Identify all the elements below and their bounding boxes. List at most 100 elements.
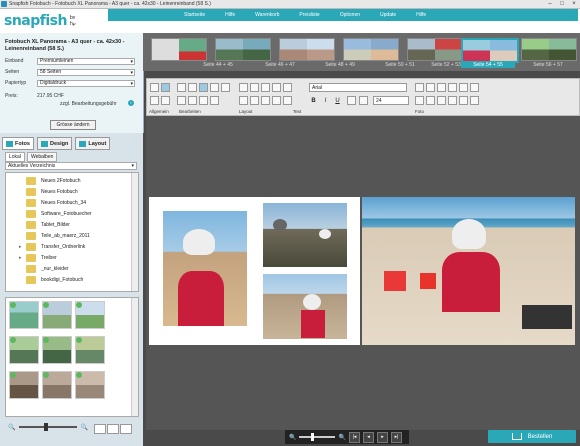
page-thumbnail[interactable] (343, 38, 399, 61)
subtab-lokal[interactable]: Lokal (5, 152, 25, 162)
folder-item[interactable]: Software_Fotobuecher (6, 208, 131, 219)
font-select[interactable]: Arial (309, 83, 407, 92)
photo-button-5[interactable] (437, 83, 446, 92)
close-button[interactable]: × (568, 0, 580, 8)
page-thumbnail[interactable] (151, 38, 207, 61)
photo-children-rocks[interactable] (263, 203, 347, 267)
directory-select[interactable]: Aktuelles Verzeichnis ▾ (5, 162, 137, 170)
order-button[interactable]: Bestellen (488, 430, 576, 443)
nav-startseite[interactable]: Startseite (184, 12, 205, 18)
photo-thumbnail[interactable] (75, 336, 105, 364)
next-page-icon[interactable]: ▸ (376, 431, 388, 443)
view-large-button[interactable] (120, 424, 132, 434)
layout-button-4[interactable] (272, 83, 281, 92)
photo-button-6[interactable] (448, 83, 457, 92)
expand-icon[interactable]: ▸ (19, 255, 22, 261)
zoom-out-icon[interactable]: 🔍 (8, 424, 15, 431)
frame-button[interactable] (210, 96, 219, 105)
page-thumbnail-selected[interactable] (461, 38, 519, 63)
group-button[interactable] (283, 96, 292, 105)
rotate-button[interactable] (210, 83, 219, 92)
photo-child-beach[interactable] (263, 274, 347, 339)
save-button[interactable] (150, 96, 159, 105)
right-page[interactable] (362, 197, 575, 345)
photo-button-11[interactable] (459, 96, 468, 105)
page-thumbnail[interactable] (215, 38, 271, 61)
zoom-track[interactable] (299, 433, 336, 441)
photo-thumbnail[interactable] (9, 336, 39, 364)
tab-fotos[interactable]: Fotos (2, 137, 34, 150)
photo-button-10[interactable] (448, 96, 457, 105)
last-page-icon[interactable]: ▸| (390, 431, 402, 443)
folder-item[interactable]: Teile_ab_maerz_2011 (6, 230, 131, 241)
photo-button-2[interactable] (426, 83, 435, 92)
zoom-out-icon[interactable]: 🔍 (289, 434, 296, 441)
view-list-button[interactable] (107, 424, 119, 434)
arrange-button[interactable] (272, 96, 281, 105)
undo-button[interactable] (161, 83, 170, 92)
paste-button[interactable] (188, 83, 197, 92)
einband-select[interactable]: Premiumleinen ▾ (37, 57, 135, 65)
nav-optionen[interactable]: Optionen (340, 12, 360, 18)
layout-button-2[interactable] (250, 83, 259, 92)
duplicate-button[interactable] (188, 96, 197, 105)
photo-button-4[interactable] (426, 96, 435, 105)
photo-thumbnail[interactable] (75, 371, 105, 399)
page-thumbnail[interactable] (279, 38, 335, 61)
folder-item[interactable]: bookdigi_Fotobuch (6, 274, 131, 285)
photo-child-sandpit[interactable] (362, 197, 575, 345)
papiertyp-select[interactable]: Digitaldruck ▾ (37, 79, 135, 87)
thumbnail-scrollbar[interactable] (131, 298, 138, 416)
folder-item[interactable]: ▸ Transfer_Ordnerlink (6, 241, 131, 252)
folder-item[interactable]: _nur_kleider (6, 263, 131, 274)
zoom-knob[interactable] (311, 433, 315, 441)
expand-icon[interactable]: ▸ (19, 244, 22, 250)
italic-button[interactable]: I (321, 96, 330, 105)
nav-update[interactable]: Update (380, 12, 396, 18)
photo-thumbnail[interactable] (9, 371, 39, 399)
bold-button[interactable]: B (309, 96, 318, 105)
slider-track[interactable] (19, 423, 77, 431)
photo-thumbnail[interactable] (42, 301, 72, 329)
font-size-select[interactable]: 24 (373, 96, 409, 105)
layout-button-3[interactable] (261, 83, 270, 92)
underline-button[interactable]: U (333, 96, 342, 105)
add-page-button[interactable] (221, 83, 230, 92)
photo-button-3[interactable] (415, 96, 424, 105)
folder-item[interactable]: Neues 2Fotobuch (6, 175, 131, 186)
print-button[interactable] (150, 83, 159, 92)
delete-button[interactable] (177, 96, 186, 105)
slider-knob[interactable] (44, 423, 49, 431)
photo-thumbnail[interactable] (9, 301, 39, 329)
info-icon[interactable]: i (128, 100, 134, 106)
folder-item[interactable]: Tablet_Bilder (6, 219, 131, 230)
page-thumbnail[interactable] (521, 38, 577, 61)
page-thumbnail[interactable] (407, 38, 463, 61)
subtab-webalben[interactable]: Webalben (26, 152, 58, 162)
layout-button-1[interactable] (239, 83, 248, 92)
tab-layout[interactable]: Layout (75, 137, 111, 150)
layout-button-5[interactable] (283, 83, 292, 92)
text-color-button[interactable] (347, 96, 356, 105)
thumbnail-zoom-slider[interactable]: 🔍 🔍 (8, 422, 88, 432)
photo-thumbnail[interactable] (42, 371, 72, 399)
zoom-in-icon[interactable]: 🔍 (81, 424, 88, 431)
minimize-button[interactable]: – (544, 0, 556, 8)
maximize-button[interactable]: □ (556, 0, 568, 8)
text-align-button[interactable] (359, 96, 368, 105)
align-right-button[interactable] (261, 96, 270, 105)
photo-thumbnail[interactable] (75, 301, 105, 329)
change-size-button[interactable]: Grösse ändern (50, 120, 96, 130)
photo-child-hat[interactable] (163, 211, 247, 326)
zoom-in-icon[interactable]: 🔍 (338, 434, 345, 441)
first-page-icon[interactable]: |◂ (348, 431, 360, 443)
view-grid-button[interactable] (94, 424, 106, 434)
nav-hilfe-top[interactable]: Hilfe (225, 12, 235, 18)
photo-button-12[interactable] (470, 96, 479, 105)
photo-button-8[interactable] (470, 83, 479, 92)
left-page[interactable] (149, 197, 360, 345)
photo-button-7[interactable] (459, 83, 468, 92)
flip-button[interactable] (199, 96, 208, 105)
tab-design[interactable]: Design (36, 137, 73, 150)
align-left-button[interactable] (239, 96, 248, 105)
